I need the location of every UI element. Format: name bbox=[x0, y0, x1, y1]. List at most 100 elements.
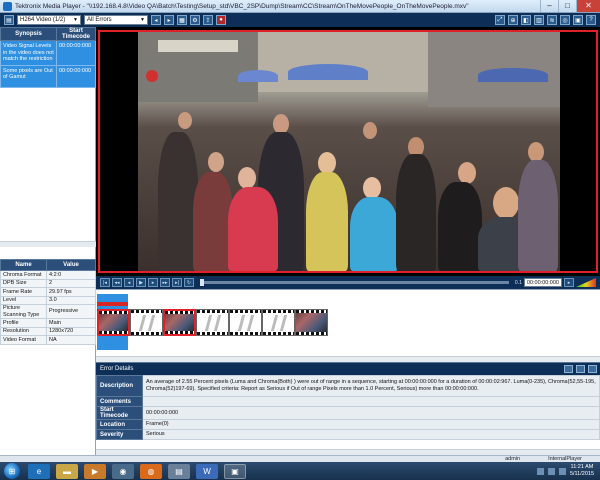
export-icon[interactable]: ⇪ bbox=[203, 15, 213, 25]
property-value: 2 bbox=[46, 278, 96, 288]
property-name: Frame Rate bbox=[0, 287, 47, 297]
app-logo-icon bbox=[3, 1, 12, 11]
status-bar: admin InternalPlayer bbox=[0, 455, 600, 462]
copy-icon[interactable] bbox=[576, 365, 585, 373]
timeline-gap-thumbnail[interactable] bbox=[130, 309, 163, 336]
seek-slider[interactable] bbox=[200, 279, 509, 286]
prev-error-icon[interactable]: ◂ bbox=[151, 15, 161, 25]
timeline-gap-thumbnail[interactable] bbox=[229, 309, 262, 336]
play-icon[interactable]: ▶ bbox=[136, 278, 146, 287]
first-frame-icon[interactable]: |◂ bbox=[100, 278, 110, 287]
timeline-frame-thumbnail[interactable] bbox=[163, 309, 196, 336]
timeline-panel[interactable] bbox=[96, 289, 600, 362]
film-perforation bbox=[263, 310, 294, 313]
word-taskbar-icon[interactable]: W bbox=[196, 463, 218, 479]
media-taskbar-icon[interactable]: ▶ bbox=[84, 463, 106, 479]
person-head bbox=[363, 177, 381, 199]
title-bar: Tektronix Media Player - "\\192.168.4.8\… bbox=[0, 0, 600, 13]
table-row: Video Format NA bbox=[0, 335, 96, 345]
ie-taskbar-icon[interactable]: e bbox=[28, 463, 50, 479]
film-perforation bbox=[165, 311, 194, 314]
filter-select-value: All Errors bbox=[87, 17, 112, 23]
network-icon[interactable] bbox=[558, 467, 566, 475]
film-perforation bbox=[197, 332, 228, 335]
row-label: Start Timecode bbox=[96, 406, 143, 420]
table-row[interactable]: Some pixels are Out of Gamut 00:00:00:00… bbox=[0, 64, 96, 88]
column-header-name[interactable]: Name bbox=[0, 259, 47, 271]
app-taskbar-icon[interactable]: ▤ bbox=[168, 463, 190, 479]
horizontal-scrollbar[interactable] bbox=[0, 241, 96, 247]
timeline-gap-thumbnail[interactable] bbox=[262, 309, 295, 336]
seek-slider-handle[interactable] bbox=[200, 279, 204, 286]
timecode-field[interactable]: 00:00:00:000 bbox=[523, 278, 562, 287]
person-body bbox=[438, 182, 482, 271]
film-perforation bbox=[197, 310, 228, 313]
media-player-taskbar-icon[interactable]: ▣ bbox=[224, 463, 246, 479]
column-header-value[interactable]: Value bbox=[46, 259, 96, 271]
layout-icon[interactable]: ▦ bbox=[177, 15, 187, 25]
next-frame-icon[interactable]: ▸ bbox=[148, 278, 158, 287]
comments-field[interactable] bbox=[142, 396, 600, 407]
table-row[interactable]: Video Signal Levels in the video does no… bbox=[0, 40, 96, 66]
step-back-icon[interactable]: ◂◂ bbox=[112, 278, 122, 287]
video-viewport[interactable] bbox=[96, 27, 600, 276]
table-row: Comments bbox=[96, 396, 600, 407]
go-to-timecode-icon[interactable]: ▸ bbox=[564, 278, 574, 287]
row-value: 00:00:00:000 bbox=[142, 406, 600, 420]
waveform-icon[interactable]: ≋ bbox=[547, 15, 557, 25]
property-value: 1280x720 bbox=[46, 326, 96, 336]
table-row: Resolution 1280x720 bbox=[0, 326, 96, 336]
minimize-button[interactable]: – bbox=[540, 0, 558, 12]
print-icon[interactable] bbox=[588, 365, 597, 373]
film-perforation bbox=[99, 331, 128, 334]
prev-frame-icon[interactable]: ◂ bbox=[124, 278, 134, 287]
stream-select[interactable]: H264 Video (1/2) ▼ bbox=[17, 15, 81, 25]
property-value: 29.97 fps bbox=[46, 287, 96, 297]
table-row: Start Timecode 00:00:00:000 bbox=[96, 406, 600, 420]
error-details-header: Error Details bbox=[96, 363, 600, 375]
open-file-icon[interactable]: ▤ bbox=[4, 15, 14, 25]
step-forward-icon[interactable]: ▸▸ bbox=[160, 278, 170, 287]
stop-icon[interactable]: ● bbox=[216, 15, 226, 25]
film-perforation bbox=[165, 331, 194, 334]
start-button[interactable]: ⊞ bbox=[4, 463, 20, 479]
filter-select[interactable]: All Errors ▼ bbox=[84, 15, 148, 25]
thumbnail-strip bbox=[97, 309, 328, 336]
timeline-gap-thumbnail[interactable] bbox=[196, 309, 229, 336]
person-body bbox=[518, 160, 558, 271]
film-perforation bbox=[131, 332, 162, 335]
timeline-frame-thumbnail[interactable] bbox=[295, 309, 328, 336]
help-icon[interactable]: ? bbox=[586, 15, 596, 25]
synopsis-table: Synopsis Start Timecode Video Signal Lev… bbox=[0, 27, 96, 88]
left-panel: Synopsis Start Timecode Video Signal Lev… bbox=[0, 27, 96, 455]
overlay-icon[interactable]: ◧ bbox=[521, 15, 531, 25]
network-taskbar-icon[interactable]: ◉ bbox=[112, 463, 134, 479]
speaker-icon[interactable] bbox=[547, 467, 555, 475]
properties-table: Name Value Chroma Format 4:2:0 DPB Size 2 … bbox=[0, 259, 96, 345]
snapshot-icon[interactable]: ▣ bbox=[573, 15, 583, 25]
comment-icon[interactable] bbox=[564, 365, 573, 373]
settings-icon[interactable]: ⚙ bbox=[190, 15, 200, 25]
timeline-frame-thumbnail[interactable] bbox=[97, 309, 130, 336]
chevron-down-icon: ▼ bbox=[73, 17, 78, 23]
explorer-taskbar-icon[interactable]: ▬ bbox=[56, 463, 78, 479]
table-row: Chroma Format 4:2:0 bbox=[0, 270, 96, 280]
volume-level-icon[interactable] bbox=[576, 278, 596, 287]
person-body bbox=[306, 172, 348, 271]
close-button[interactable]: ✕ bbox=[576, 0, 600, 12]
vectorscope-icon[interactable]: ◎ bbox=[560, 15, 570, 25]
next-error-icon[interactable]: ▸ bbox=[164, 15, 174, 25]
zoom-icon[interactable]: ⊕ bbox=[508, 15, 518, 25]
flag-icon[interactable] bbox=[536, 467, 544, 475]
person-body bbox=[350, 197, 398, 271]
taskbar-clock[interactable]: 11:21 AM 5/11/2015 bbox=[570, 464, 594, 477]
column-header-synopsis[interactable]: Synopsis bbox=[0, 27, 57, 41]
column-header-start-timecode[interactable]: Start Timecode bbox=[56, 27, 96, 41]
loop-icon[interactable]: ↻ bbox=[184, 278, 194, 287]
firefox-taskbar-icon[interactable]: ◍ bbox=[140, 463, 162, 479]
last-frame-icon[interactable]: ▸| bbox=[172, 278, 182, 287]
chevron-down-icon: ▼ bbox=[140, 17, 145, 23]
histogram-icon[interactable]: ▥ bbox=[534, 15, 544, 25]
maximize-button[interactable]: □ bbox=[558, 0, 576, 12]
fullscreen-icon[interactable]: ⤢ bbox=[495, 15, 505, 25]
